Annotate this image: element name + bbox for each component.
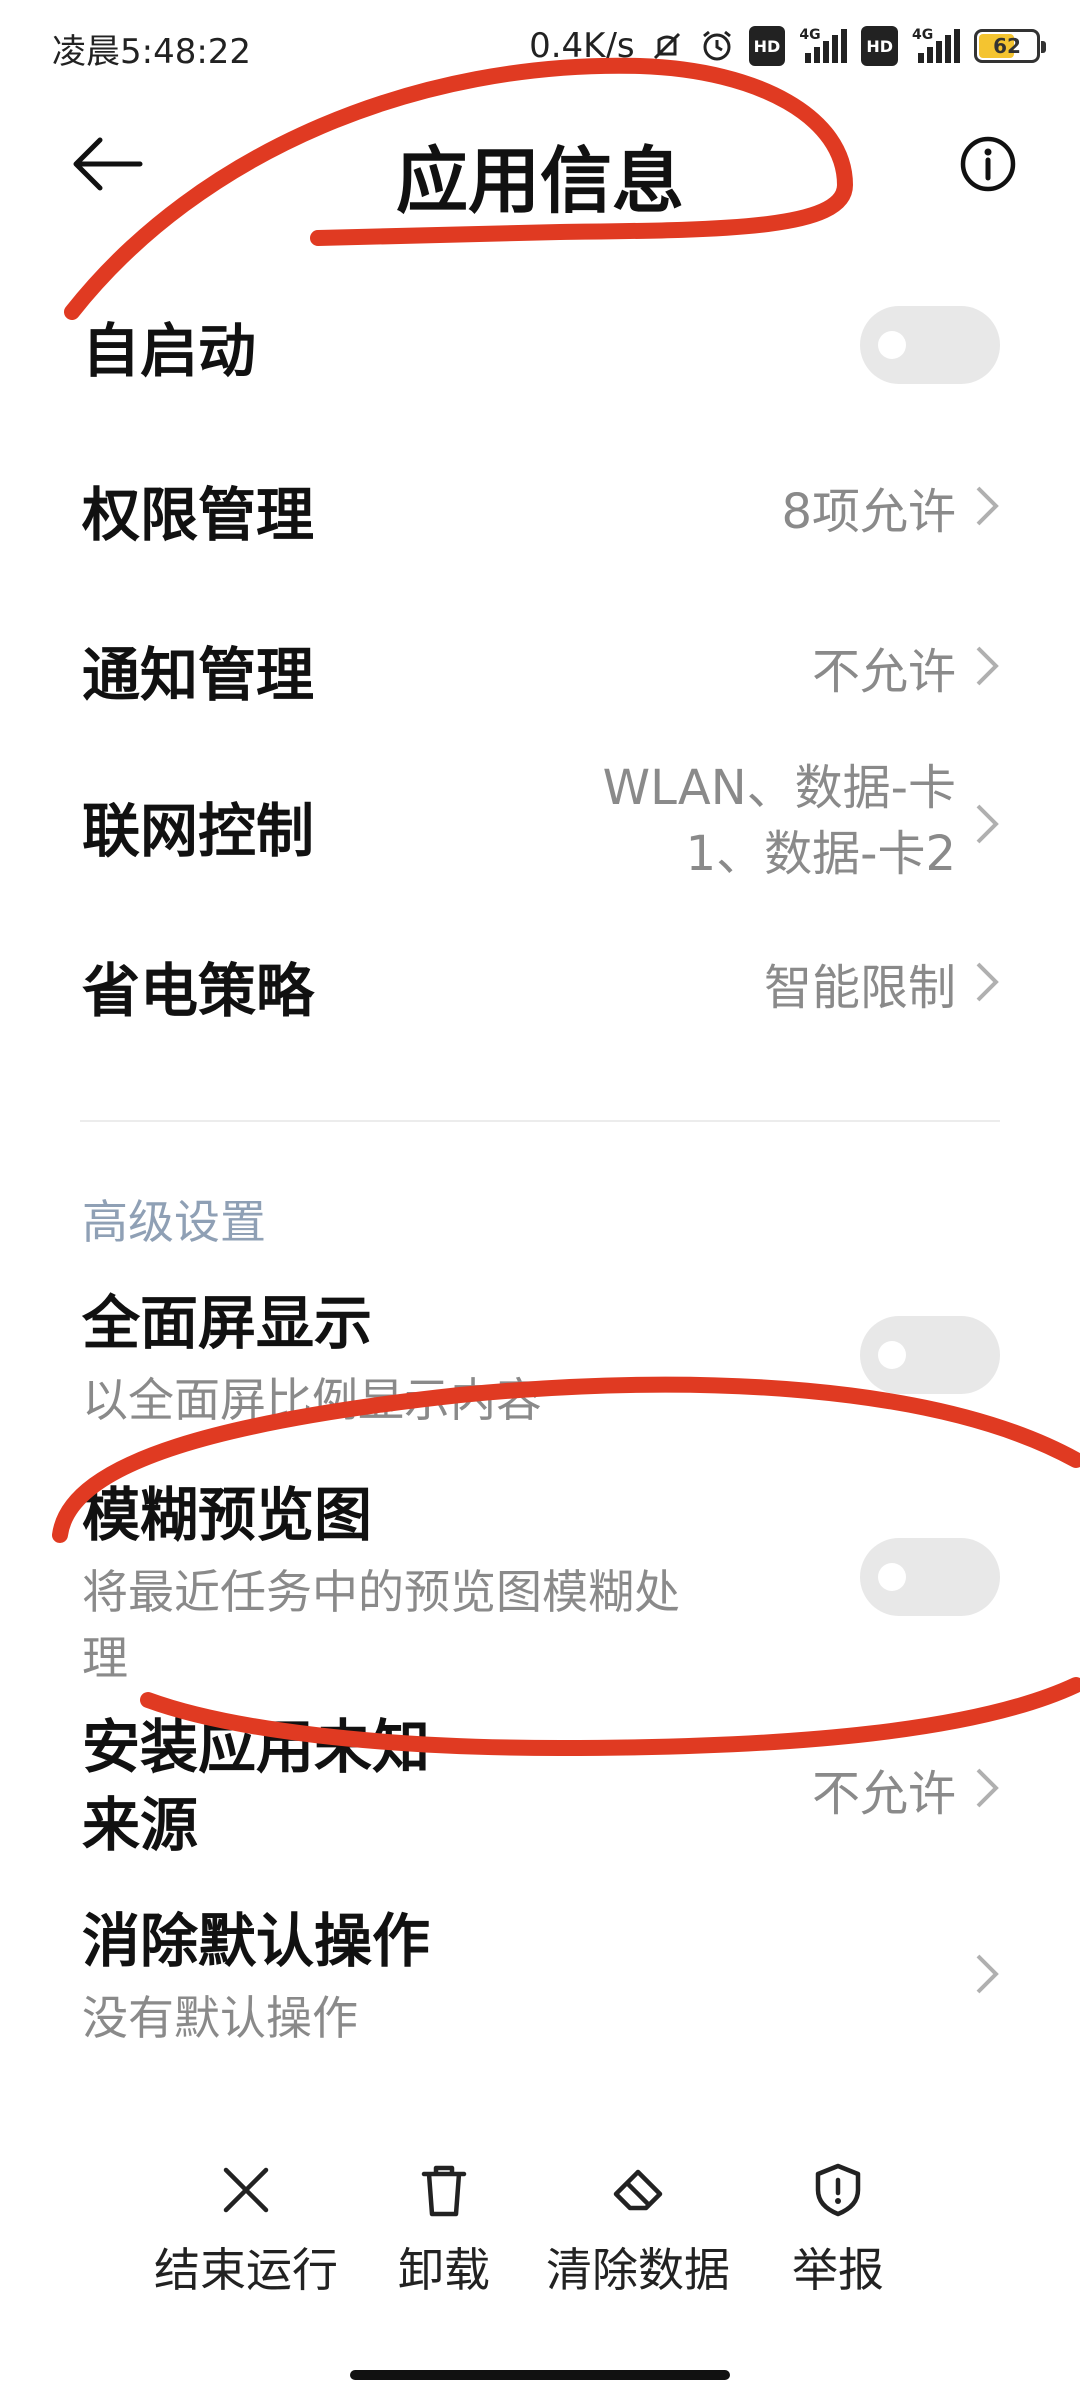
notifications-title: 通知管理 (82, 641, 315, 709)
fullscreen-display-row[interactable]: 全面屏显示 以全面屏比例显示内容 (0, 1270, 1080, 1440)
info-icon (960, 136, 1016, 192)
info-button[interactable] (958, 134, 1018, 194)
report-button[interactable]: 举报 (728, 2160, 948, 2300)
chevron-right-icon (976, 1768, 999, 1808)
status-icons: 0.4K/s HD 4G HD 4G 62 (529, 22, 1046, 70)
unknown-sources-title-line2: 来源 (82, 1791, 199, 1859)
blur-preview-subtitle-line1: 将最近任务中的预览图模糊处 (82, 1565, 680, 1619)
trash-icon (421, 2165, 467, 2217)
autostart-row[interactable]: 自启动 (0, 290, 1080, 400)
status-time: 凌晨5:48:22 (52, 32, 252, 72)
battery-saver-value: 智能限制 (763, 960, 956, 1016)
force-stop-label: 结束运行 (154, 2243, 338, 2297)
uninstall-label: 卸载 (398, 2243, 490, 2297)
advanced-settings-header: 高级设置 (82, 1195, 266, 1249)
uninstall-button[interactable]: 卸载 (334, 2160, 554, 2300)
unknown-sources-title-line1: 安装应用未知 (82, 1713, 431, 1781)
status-bar: 凌晨5:48:22 0.4K/s HD 4G HD 4G 62 (0, 0, 1080, 96)
fullscreen-display-subtitle: 以全面屏比例显示内容 (82, 1373, 542, 1427)
app-bar: 应用信息 (0, 96, 1080, 236)
notifications-value: 不允许 (811, 644, 956, 700)
clear-defaults-row[interactable]: 消除默认操作 没有默认操作 (0, 1890, 1080, 2060)
chevron-right-icon (976, 1954, 999, 1994)
battery-saver-title: 省电策略 (82, 957, 315, 1025)
bottom-action-bar: 结束运行 卸载 清除数据 举报 (0, 2160, 1080, 2310)
network-control-value-line2: 1、数据-卡2 (685, 826, 956, 882)
force-stop-button[interactable]: 结束运行 (136, 2160, 356, 2300)
page-title: 应用信息 (395, 139, 684, 223)
app-info-screen: 凌晨5:48:22 0.4K/s HD 4G HD 4G 62 应用信息 自启动… (0, 0, 1080, 2400)
hd-voice-icon: HD (748, 26, 786, 66)
clear-defaults-title: 消除默认操作 (82, 1907, 431, 1975)
chevron-right-icon (976, 962, 999, 1002)
unknown-sources-value: 不允许 (811, 1766, 956, 1822)
signal-1-icon: 4G (799, 27, 848, 63)
blur-preview-toggle[interactable] (860, 1538, 1000, 1616)
notifications-row[interactable]: 通知管理 不允许 (0, 610, 1080, 720)
fullscreen-display-title: 全面屏显示 (82, 1289, 373, 1357)
battery-icon: 62 (974, 29, 1046, 63)
clear-defaults-subtitle: 没有默认操作 (82, 1991, 358, 2045)
blur-preview-title: 模糊预览图 (82, 1481, 373, 1549)
blur-preview-row[interactable]: 模糊预览图 将最近任务中的预览图模糊处 理 (0, 1460, 1080, 1690)
fullscreen-display-toggle[interactable] (860, 1316, 1000, 1394)
clear-data-button[interactable]: 清除数据 (528, 2160, 748, 2300)
close-icon (223, 2167, 269, 2213)
network-speed: 0.4K/s (529, 26, 635, 66)
autostart-toggle[interactable] (860, 306, 1000, 384)
permissions-value: 8项允许 (781, 484, 956, 540)
section-divider (80, 1120, 1000, 1122)
chevron-right-icon (976, 646, 999, 686)
battery-saver-row[interactable]: 省电策略 智能限制 (0, 930, 1080, 1040)
permissions-row[interactable]: 权限管理 8项允许 (0, 450, 1080, 560)
network-control-row[interactable]: 联网控制 WLAN、数据-卡 1、数据-卡2 (0, 740, 1080, 900)
blur-preview-subtitle-line2: 理 (82, 1631, 128, 1685)
shield-alert-icon (815, 2163, 861, 2217)
home-indicator[interactable] (350, 2370, 730, 2380)
vibrate-off-icon (649, 26, 685, 66)
chevron-right-icon (976, 804, 999, 844)
unknown-sources-row[interactable]: 安装应用未知 来源 不允许 (0, 1700, 1080, 1870)
network-control-title: 联网控制 (82, 797, 315, 865)
signal-2-icon: 4G (912, 27, 960, 63)
chevron-right-icon (976, 486, 999, 526)
network-control-value-line1: WLAN、数据-卡 (602, 760, 956, 816)
autostart-title: 自启动 (82, 317, 257, 385)
clear-data-label: 清除数据 (546, 2243, 730, 2297)
permissions-title: 权限管理 (82, 481, 315, 549)
eraser-icon (613, 2169, 663, 2211)
report-label: 举报 (792, 2243, 884, 2297)
hd-voice-icon-2: HD (861, 26, 898, 66)
alarm-icon (699, 26, 735, 66)
